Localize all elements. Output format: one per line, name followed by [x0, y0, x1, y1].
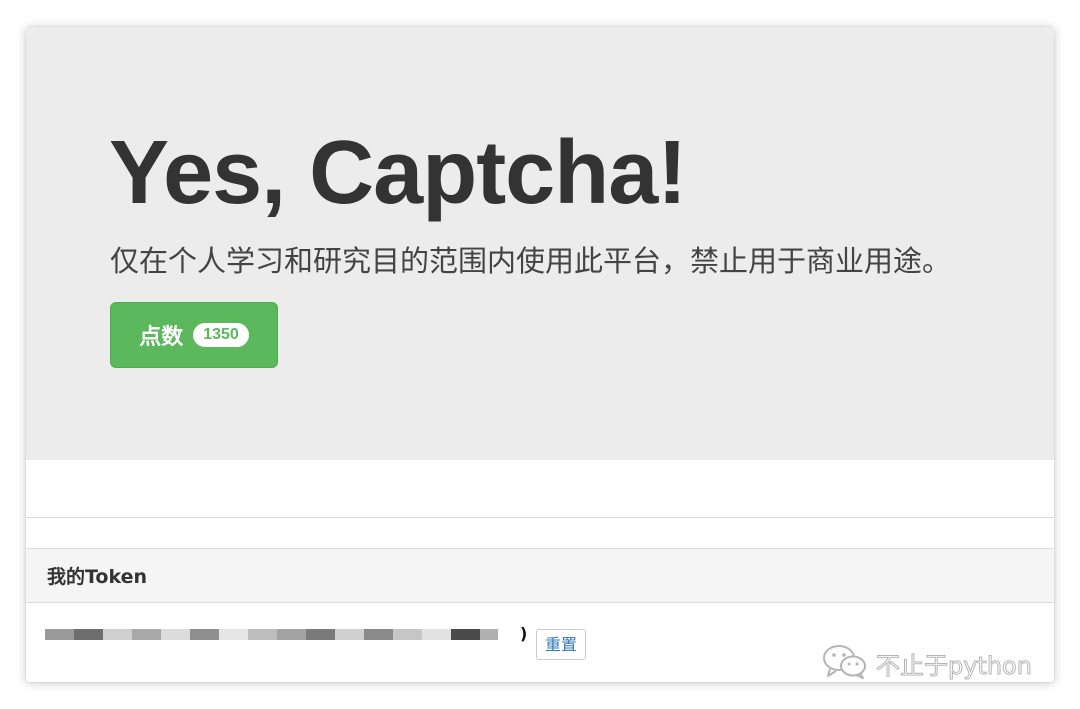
watermark-text: 不止于python: [876, 652, 1033, 681]
hero-section: Yes, Captcha! 仅在个人学习和研究目的范围内使用此平台，禁止用于商业…: [26, 27, 1054, 460]
watermark: 不止于python: [822, 643, 1032, 684]
token-panel-title: 我的Token: [47, 566, 148, 588]
page-title: Yes, Captcha!: [109, 123, 687, 223]
points-count-badge: 1350: [193, 323, 249, 347]
reset-token-button[interactable]: 重置: [536, 629, 587, 660]
hero-subtitle: 仅在个人学习和研究目的范围内使用此平台，禁止用于商业用途。: [110, 244, 952, 278]
token-panel-heading: 我的Token: [26, 549, 1054, 603]
main-card: Yes, Captcha! 仅在个人学习和研究目的范围内使用此平台，禁止用于商业…: [26, 27, 1054, 682]
token-value-tail: ): [520, 624, 528, 643]
token-value-redacted: [45, 629, 498, 640]
points-button[interactable]: 点数 1350: [110, 302, 278, 368]
section-divider: [26, 517, 1054, 518]
points-label: 点数: [139, 325, 184, 350]
wechat-icon: [822, 643, 868, 684]
